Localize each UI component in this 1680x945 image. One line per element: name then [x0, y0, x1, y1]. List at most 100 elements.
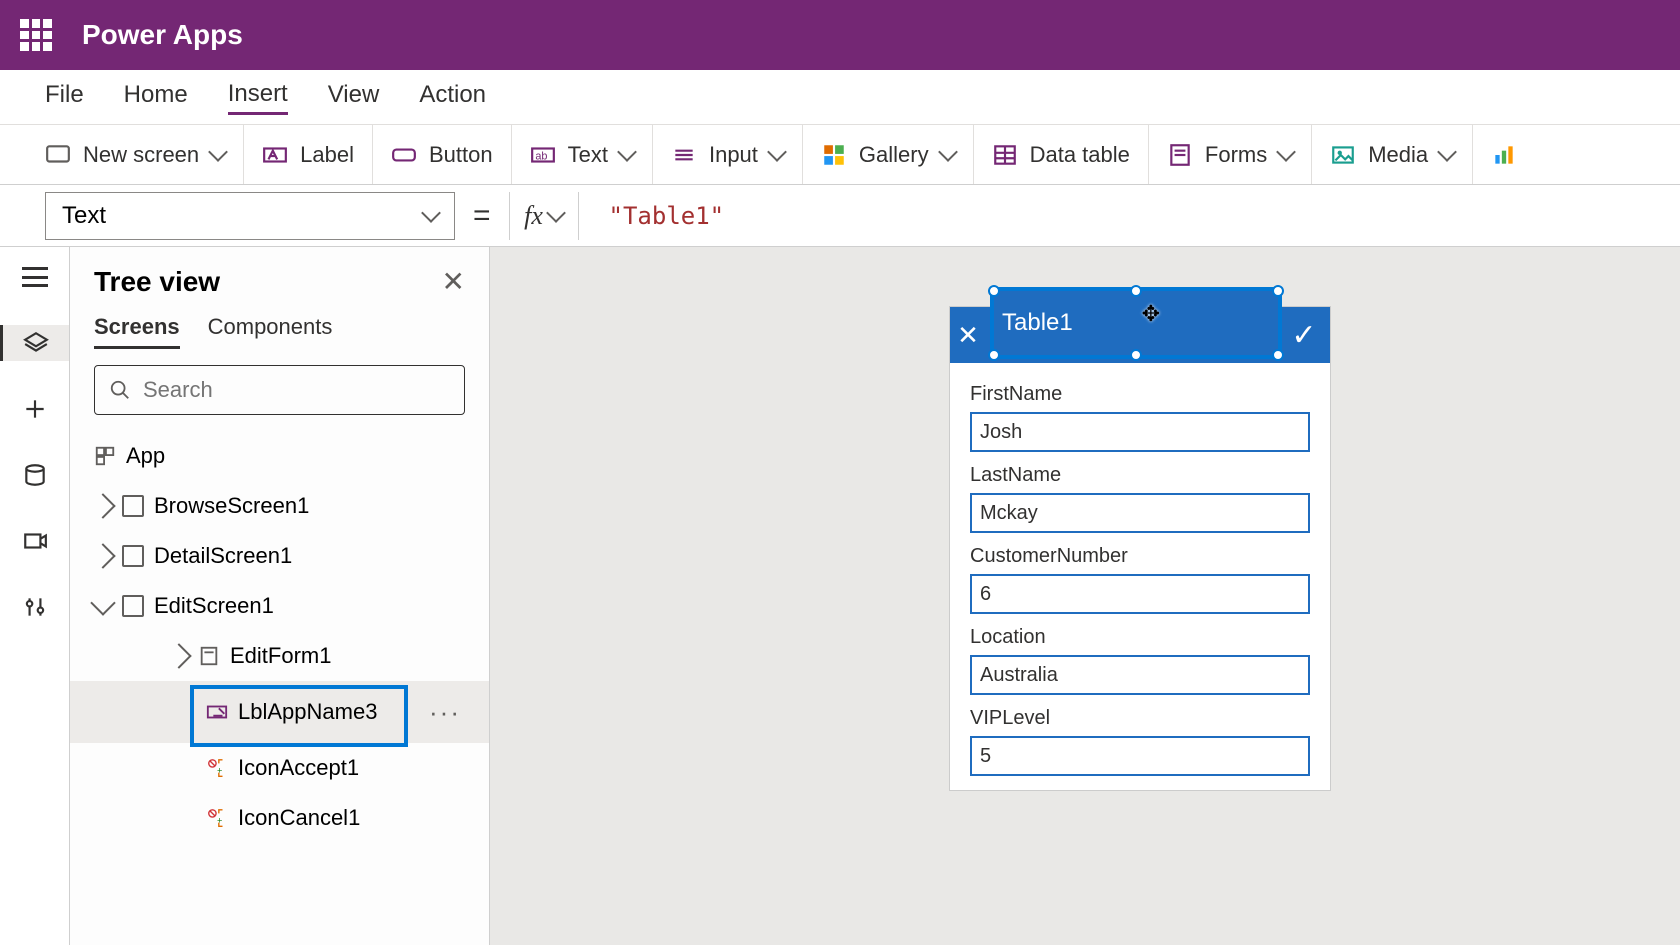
waffle-icon[interactable]: [20, 19, 52, 51]
hamburger-button[interactable]: [17, 259, 53, 295]
field-label: CustomerNumber: [970, 545, 1310, 568]
form-body: FirstName Josh LastName Mckay CustomerNu…: [950, 363, 1330, 790]
resize-handle[interactable]: [1130, 285, 1142, 297]
chevron-down-icon: [421, 203, 441, 223]
gallery-icon: [821, 142, 847, 168]
tree-node-app[interactable]: App: [70, 431, 489, 481]
tree-close-button[interactable]: ✕: [442, 265, 465, 298]
svg-text:+: +: [217, 766, 222, 776]
label-icon: [262, 142, 288, 168]
move-cursor-icon: ✥: [1142, 301, 1160, 327]
media-rail-icon: [22, 528, 48, 554]
button-button[interactable]: Button: [373, 125, 512, 184]
chevron-down-icon: [546, 203, 566, 223]
tree-node-detailscreen[interactable]: DetailScreen1: [70, 531, 489, 581]
tree-node-more[interactable]: ···: [429, 697, 461, 728]
fx-button[interactable]: fx: [509, 192, 579, 240]
datatable-button[interactable]: Data table: [974, 125, 1149, 184]
gallery-button[interactable]: Gallery: [803, 125, 974, 184]
formula-input[interactable]: "Table1": [597, 202, 1635, 230]
tab-action[interactable]: Action: [419, 81, 486, 113]
chevron-down-icon: [938, 142, 958, 162]
screen-icon: [45, 142, 71, 168]
screen-node-icon: [122, 595, 144, 617]
field-input-viplevel[interactable]: 5: [970, 736, 1310, 776]
input-button[interactable]: Input: [653, 125, 803, 184]
resize-handle[interactable]: [988, 349, 1000, 361]
field-label: LastName: [970, 464, 1310, 487]
resize-handle[interactable]: [1130, 349, 1142, 361]
chevron-down-icon: [208, 142, 228, 162]
tree-node-label: BrowseScreen1: [154, 493, 309, 519]
tools-icon: [22, 594, 48, 620]
tools-rail-button[interactable]: [17, 589, 53, 625]
form-title-selected[interactable]: Table1 ✥: [986, 307, 1286, 363]
resize-handle[interactable]: [1272, 349, 1284, 361]
input-icon: [671, 142, 697, 168]
form-accept-button[interactable]: ✓: [1286, 318, 1322, 353]
tree-tab-screens[interactable]: Screens: [94, 314, 180, 349]
tree-node-editscreen[interactable]: EditScreen1: [70, 581, 489, 631]
tree-node-lblappname3[interactable]: LblAppName3 ···: [70, 681, 489, 743]
tab-insert[interactable]: Insert: [228, 80, 288, 115]
field-input-location[interactable]: Australia: [970, 655, 1310, 695]
resize-handle[interactable]: [1272, 285, 1284, 297]
form-cancel-button[interactable]: ✕: [950, 320, 986, 351]
ribbon-content: New screen Label Button ab Text Input Ga…: [0, 125, 1680, 185]
text-icon: ab: [530, 142, 556, 168]
tree-tab-components[interactable]: Components: [208, 314, 333, 349]
tab-home[interactable]: Home: [124, 81, 188, 113]
tree-search-input[interactable]: [143, 377, 450, 403]
tree-node-label: App: [126, 443, 165, 469]
treeview-rail-button[interactable]: [0, 325, 69, 361]
label-button[interactable]: Label: [244, 125, 373, 184]
formula-bar: Text = fx "Table1": [0, 185, 1680, 247]
field-label: FirstName: [970, 383, 1310, 406]
label-node-icon: [206, 701, 228, 723]
tree-node-label: IconAccept1: [238, 755, 359, 781]
search-icon: [109, 379, 131, 401]
media-btn-label: Media: [1368, 142, 1428, 168]
tree-node-iconaccept[interactable]: + IconAccept1: [70, 743, 489, 793]
tree-node-editform[interactable]: EditForm1: [70, 631, 489, 681]
property-selector[interactable]: Text: [45, 192, 455, 240]
text-button[interactable]: ab Text: [512, 125, 653, 184]
add-rail-button[interactable]: [17, 391, 53, 427]
layers-icon: [23, 330, 49, 356]
tab-file[interactable]: File: [45, 81, 84, 113]
tree-title: Tree view: [94, 266, 220, 298]
canvas[interactable]: ✕ Table1 ✥ ✓ FirstName: [490, 247, 1680, 945]
button-btn-label: Button: [429, 142, 493, 168]
screen-node-icon: [122, 495, 144, 517]
tree-search[interactable]: [94, 365, 465, 415]
forms-button[interactable]: Forms: [1149, 125, 1312, 184]
button-icon: [391, 142, 417, 168]
field-input-lastname[interactable]: Mckay: [970, 493, 1310, 533]
left-rail: [0, 247, 70, 945]
field-input-firstname[interactable]: Josh: [970, 412, 1310, 452]
chevron-right-icon: [90, 543, 115, 568]
chart-button[interactable]: [1473, 125, 1535, 184]
tab-view[interactable]: View: [328, 81, 380, 113]
new-screen-label: New screen: [83, 142, 199, 168]
svg-text:ab: ab: [535, 150, 547, 162]
svg-text:+: +: [217, 816, 222, 826]
field-input-customernumber[interactable]: 6: [970, 574, 1310, 614]
input-btn-label: Input: [709, 142, 758, 168]
table-icon: [992, 142, 1018, 168]
media-rail-button[interactable]: [17, 523, 53, 559]
property-name: Text: [62, 202, 106, 230]
new-screen-button[interactable]: New screen: [45, 125, 244, 184]
tree-node-iconcancel[interactable]: + IconCancel1: [70, 793, 489, 843]
form-header: ✕ Table1 ✥ ✓: [950, 307, 1330, 363]
main-area: Tree view ✕ Screens Components App Brows…: [0, 247, 1680, 945]
ribbon-tabs: File Home Insert View Action: [0, 70, 1680, 125]
data-rail-button[interactable]: [17, 457, 53, 493]
tree-node-browsescreen[interactable]: BrowseScreen1: [70, 481, 489, 531]
chevron-down-icon: [1276, 142, 1296, 162]
resize-handle[interactable]: [988, 285, 1000, 297]
field-label: Location: [970, 626, 1310, 649]
tree-panel: Tree view ✕ Screens Components App Brows…: [70, 247, 490, 945]
media-button[interactable]: Media: [1312, 125, 1473, 184]
equals-sign: =: [473, 199, 491, 233]
